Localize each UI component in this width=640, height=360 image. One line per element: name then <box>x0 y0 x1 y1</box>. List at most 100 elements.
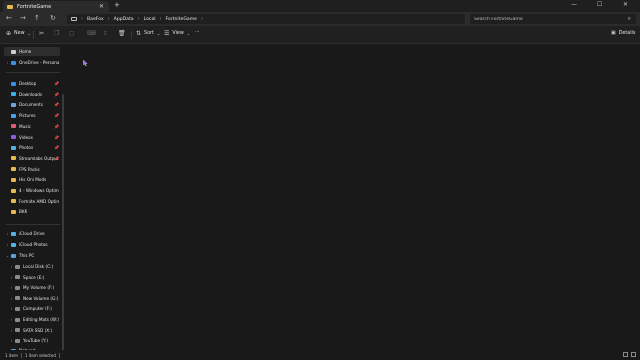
sidebar-item-quick-access[interactable]: Downloads 📌 <box>4 90 60 99</box>
chevron-down-icon: ⌄ <box>156 31 161 36</box>
chevron-right-icon[interactable]: › <box>8 317 15 322</box>
chevron-down-icon: ⌄ <box>186 31 191 36</box>
sidebar-item-label: Desktop <box>19 81 37 86</box>
sidebar-item-drive[interactable]: › YouTube (Y:) <box>8 336 64 345</box>
folder-icon <box>11 188 16 193</box>
sidebar-item-quick-access[interactable]: Fortnite AMD Optimiz <box>4 197 60 206</box>
tiles-view-icon[interactable] <box>631 352 636 357</box>
copy-button[interactable]: ❐ <box>54 30 59 37</box>
sidebar-item-label: Home <box>19 49 32 54</box>
breadcrumb-local[interactable]: Local <box>144 17 156 22</box>
sidebar-item-home[interactable]: Home <box>4 47 60 56</box>
chevron-down-icon[interactable]: ⌄ <box>4 253 11 258</box>
sidebar-item-label: Videos <box>19 134 33 140</box>
sidebar-item-quick-access[interactable]: Photos 📌 <box>4 143 60 152</box>
chevron-right-icon[interactable]: › <box>8 264 15 269</box>
chevron-right-icon[interactable]: › <box>4 231 11 236</box>
back-button[interactable]: ← <box>6 14 12 22</box>
drive-icon <box>15 306 20 311</box>
more-options-button[interactable]: ··· <box>195 30 200 35</box>
sidebar-item-drive[interactable]: › My Volume (F:) <box>8 283 64 292</box>
chevron-right-icon[interactable]: › <box>8 285 15 290</box>
delete-button[interactable]: 🗑 <box>118 30 126 37</box>
pin-icon: 📌 <box>54 123 59 129</box>
details-pane-icon: ▣ <box>611 30 616 36</box>
search-box: ⌕ <box>470 14 636 24</box>
maximize-button[interactable]: ☐ <box>597 1 602 8</box>
details-button[interactable]: ▣ Details <box>611 30 635 36</box>
refresh-button[interactable]: ↻ <box>50 14 56 22</box>
chevron-right-icon[interactable]: › <box>8 338 15 343</box>
sidebar-item-drive[interactable]: › Space (E:) <box>8 273 64 282</box>
sidebar-item-quick-access[interactable]: Music 📌 <box>4 122 60 131</box>
address-bar[interactable]: › BaeFox › AppData › Local › FortniteGam… <box>67 14 465 24</box>
sidebar-item-quick-access[interactable]: BKK <box>4 207 60 216</box>
selected-count: 1 item selected <box>24 352 56 358</box>
mouse-cursor-icon <box>83 60 88 66</box>
more-icon: ··· <box>195 30 200 35</box>
sidebar-item-drive[interactable]: › Computer (F:) <box>8 304 64 313</box>
sidebar-item-quick-access[interactable]: His Oni Mods <box>4 175 60 184</box>
rename-button[interactable]: ⌨ <box>87 30 96 37</box>
search-input[interactable] <box>474 16 604 22</box>
sidebar-item-quick-access[interactable]: Videos 📌 <box>4 133 60 142</box>
sidebar-item-label: Space (E:) <box>23 274 45 280</box>
folder-icon <box>11 81 16 86</box>
sidebar-scrollbar[interactable] <box>62 94 64 360</box>
sidebar-item-drive[interactable]: › Local Disk (C:) <box>8 262 64 271</box>
sidebar-item-label: His Oni Mods <box>19 177 47 183</box>
tab-fortnitegame[interactable]: FortniteGame ✕ <box>3 1 109 12</box>
chevron-right-icon[interactable]: › <box>8 306 15 311</box>
sidebar-item-onedrive[interactable]: › OneDrive - Personal <box>4 58 60 67</box>
sidebar-item-icloud-drive[interactable]: › iCloud Drive <box>4 229 60 238</box>
chevron-right-icon[interactable]: › <box>8 275 15 280</box>
paste-icon: ▢ <box>69 30 75 37</box>
sidebar-item-drive[interactable]: › SATA SSD (X:) <box>8 326 64 335</box>
chevron-right-icon[interactable]: › <box>8 296 15 301</box>
folder-icon <box>11 156 16 161</box>
cut-button[interactable]: ✂ <box>39 30 44 37</box>
sidebar-item-quick-access[interactable]: FPS Packs <box>4 165 60 174</box>
drive-icon <box>15 275 20 280</box>
sidebar-item-quick-access[interactable]: Pictures 📌 <box>4 111 60 120</box>
sort-icon: ⇅ <box>136 30 142 37</box>
up-button[interactable]: ↑ <box>34 14 40 22</box>
file-list-area[interactable] <box>66 44 640 350</box>
forward-button[interactable]: → <box>20 14 26 22</box>
folder-icon <box>11 167 16 172</box>
details-view-icon[interactable] <box>623 352 628 357</box>
sidebar-item-quick-access[interactable]: Desktop 📌 <box>4 79 60 88</box>
trash-icon: 🗑 <box>118 30 126 37</box>
breadcrumb-fortnitegame[interactable]: FortniteGame <box>166 17 197 22</box>
sidebar-item-quick-access[interactable]: 4 - Windows Optimiz <box>4 186 60 195</box>
new-tab-button[interactable]: + <box>114 1 120 9</box>
sidebar-item-this-pc[interactable]: ⌄ This PC <box>4 251 60 260</box>
folder-icon <box>11 124 16 129</box>
item-count: 1 item <box>5 352 18 358</box>
chevron-right-icon[interactable]: › <box>8 328 15 333</box>
breadcrumb-appdata[interactable]: AppData <box>114 17 134 22</box>
view-button[interactable]: ☰ View ⌄ <box>164 30 190 37</box>
close-tab-icon[interactable]: ✕ <box>99 3 104 10</box>
close-window-button[interactable]: ✕ <box>623 1 628 8</box>
pin-icon: 📌 <box>54 134 59 140</box>
minimize-button[interactable]: — <box>571 1 577 8</box>
paste-button[interactable]: ▢ <box>69 30 75 37</box>
sidebar-item-label: OneDrive - Personal <box>19 60 59 65</box>
computer-icon <box>71 17 77 21</box>
sidebar-item-quick-access[interactable]: Streamlabs Output 📌 <box>4 154 60 163</box>
sidebar-item-label: Local Disk (C:) <box>23 264 54 269</box>
chevron-right-icon[interactable]: › <box>4 60 11 65</box>
share-button[interactable]: ⇪ <box>103 30 108 37</box>
folder-icon <box>11 135 16 139</box>
sidebar-item-label: Streamlabs Output <box>19 155 59 161</box>
sidebar-item-icloud-photos[interactable]: › iCloud Photos <box>4 240 60 249</box>
breadcrumb-baefox[interactable]: BaeFox <box>87 17 104 22</box>
sidebar-item-quick-access[interactable]: Documents 📌 <box>4 100 60 109</box>
chevron-right-icon[interactable]: › <box>4 242 11 247</box>
sidebar-item-drive[interactable]: › New Volume (G:) <box>8 294 64 303</box>
new-button[interactable]: ⊕ New ⌄ <box>6 30 31 37</box>
sort-button[interactable]: ⇅ Sort ⌄ <box>136 30 160 37</box>
sidebar-item-drive[interactable]: › Editing Mats (W:) <box>8 315 64 324</box>
sidebar-item-label: iCloud Photos <box>19 242 48 247</box>
